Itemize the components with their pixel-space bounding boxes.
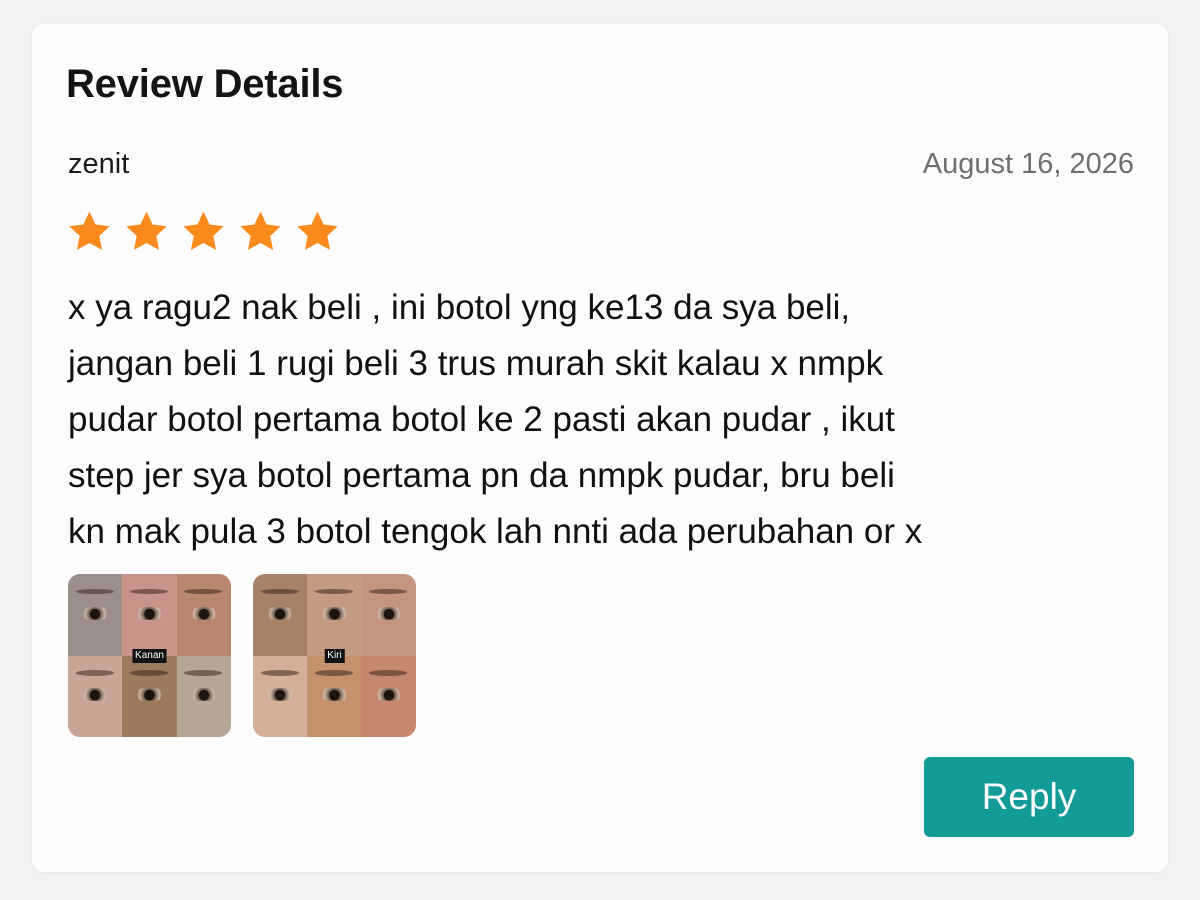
star-icon [297,211,338,250]
review-photo-thumbnail[interactable]: Kanan [68,574,231,737]
review-photos: Kanan Kiri [68,574,416,737]
star-icon [240,211,281,250]
review-text: x ya ragu2 nak beli , ini botol yng ke13… [68,288,923,551]
reviewer-name: zenit [68,148,130,180]
star-icon [126,211,167,250]
review-details-card: Review Details zenit August 16, 2026 x y… [32,24,1168,872]
star-icon [183,211,224,250]
star-rating [66,208,341,255]
star-icon [69,211,110,250]
photo-label: Kanan [132,648,167,663]
page-title: Review Details [66,62,344,106]
photo-label: Kiri [324,648,345,663]
review-photo-thumbnail[interactable]: Kiri [253,574,416,737]
reply-button[interactable]: Reply [924,757,1134,837]
review-date: August 16, 2026 [922,148,1134,180]
